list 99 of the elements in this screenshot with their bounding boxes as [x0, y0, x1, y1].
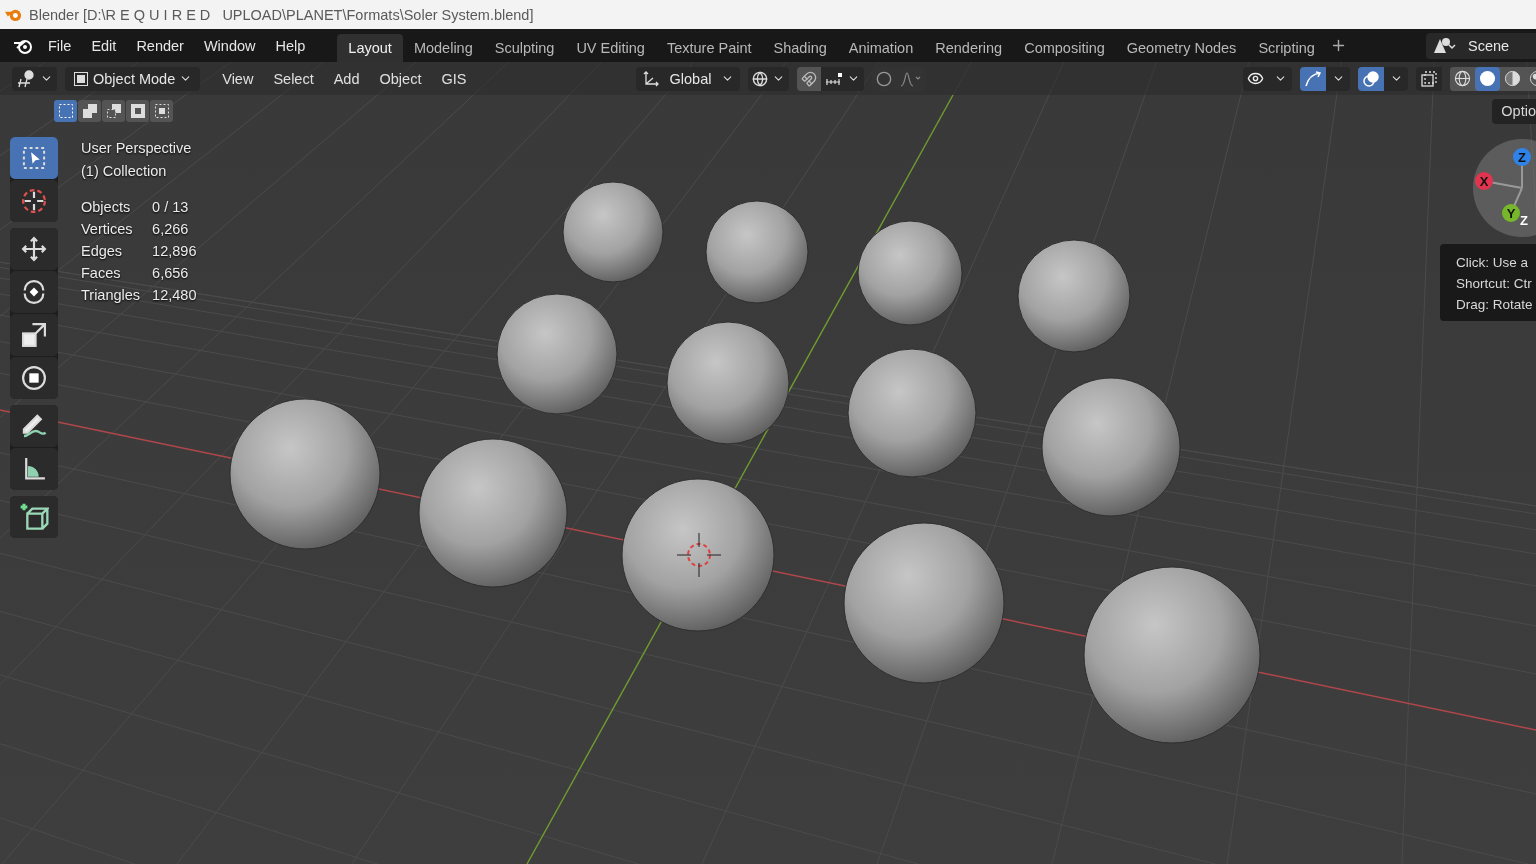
workspace-tab[interactable]: Compositing: [1013, 33, 1116, 62]
tool-button[interactable]: [10, 271, 58, 313]
scene-icon: [1432, 36, 1456, 55]
solid-sphere-icon: [1479, 70, 1496, 87]
scene-selector[interactable]: Scene: [1426, 32, 1536, 59]
wireframe-sphere-icon: [1454, 70, 1471, 87]
workspace-tab[interactable]: Sculpting: [483, 33, 566, 62]
gizmo-icon: [1304, 69, 1322, 88]
menu-item[interactable]: File: [38, 33, 82, 58]
editor-type-button[interactable]: [12, 66, 57, 91]
options-button[interactable]: Optio: [1492, 99, 1536, 124]
shading-mode-button[interactable]: [1475, 66, 1500, 91]
select-mode-button[interactable]: [150, 100, 173, 122]
cursor-marker: [676, 532, 722, 578]
orientation-dropdown[interactable]: Global: [635, 66, 741, 91]
tooltip-text: Drag: Rotate: [1456, 296, 1534, 314]
mode-dropdown[interactable]: Object Mode: [65, 66, 201, 91]
stat-label: Objects: [81, 198, 132, 217]
axis-handle[interactable]: Y: [1502, 204, 1520, 222]
tooltip-text: Click: Use a: [1456, 254, 1529, 272]
tool-button[interactable]: [10, 228, 58, 270]
tool-button[interactable]: [10, 180, 58, 222]
gizmo-background[interactable]: [1473, 139, 1536, 237]
workspace-tab[interactable]: Shading: [762, 33, 838, 62]
scale-icon: [20, 321, 48, 349]
select-invert-icon: [129, 103, 146, 119]
stat-value: 6,656: [152, 264, 190, 283]
snap-target-dropdown[interactable]: [821, 66, 865, 91]
tool-button[interactable]: [10, 448, 58, 490]
menu-item[interactable]: Edit: [81, 33, 127, 58]
workspace-tab[interactable]: Modeling: [402, 33, 484, 62]
workspace-tab[interactable]: Scripting: [1247, 33, 1326, 62]
visibility-toggle[interactable]: [1243, 66, 1268, 91]
stat-label: Edges: [81, 242, 124, 261]
select-extend-icon: [81, 103, 98, 119]
stat-label: Faces: [81, 264, 122, 283]
select-set-icon: [57, 103, 74, 119]
stat-label: Vertices: [81, 220, 134, 239]
stat-value: 0 / 13: [152, 198, 190, 217]
object-mode-icon: [73, 70, 89, 87]
axis-handle[interactable]: Z: [1513, 148, 1531, 166]
view-name: User Perspective: [81, 139, 193, 158]
falloff-curve-icon: [900, 70, 923, 87]
overlays-toggle[interactable]: [1358, 66, 1384, 91]
material-sphere-icon: [1504, 70, 1521, 87]
header-menu-item[interactable]: Object: [371, 70, 430, 87]
window-title: Blender [D:\R E Q U I R E D UPLOAD\PLANET\Formats\Soler System.blend]: [29, 6, 534, 23]
tool-button[interactable]: [10, 405, 58, 447]
select-subtract-icon: [105, 103, 122, 119]
toggle-dropdown[interactable]: [1326, 66, 1350, 91]
toggle-dropdown[interactable]: [1268, 66, 1292, 91]
editor-type-icon: [16, 69, 36, 88]
overlays-icon: [1362, 69, 1380, 88]
menu-item[interactable]: Render: [126, 33, 194, 58]
transform-icon: [20, 364, 48, 392]
axes-icon: [641, 69, 660, 88]
axis-handle[interactable]: X: [1475, 172, 1493, 190]
workspace-tab[interactable]: Animation: [837, 33, 925, 62]
add-cube-icon: [19, 502, 49, 532]
stat-value: 6,266: [152, 220, 190, 239]
select-mode-button[interactable]: [126, 100, 149, 122]
tool-button[interactable]: [10, 357, 58, 399]
header-menu-item[interactable]: View: [214, 70, 262, 87]
select-box-icon: [21, 145, 47, 171]
axis-label[interactable]: Z: [1520, 213, 1528, 228]
workspace-tab[interactable]: UV Editing: [565, 33, 656, 62]
select-intersect-icon: [153, 103, 170, 119]
stat-value: 12,896: [152, 242, 197, 261]
select-mode-button[interactable]: [54, 100, 77, 122]
increment-icon: [825, 71, 844, 86]
magnet-icon: [801, 70, 818, 87]
pivot-dropdown[interactable]: [748, 66, 790, 91]
menu-item[interactable]: Window: [193, 33, 266, 58]
menu-item[interactable]: Help: [265, 33, 316, 58]
select-mode-button[interactable]: [78, 100, 101, 122]
eye-icon: [1247, 70, 1264, 87]
proportional-icon: [876, 70, 893, 87]
cursor-icon: [20, 187, 48, 215]
toggle-dropdown[interactable]: [1384, 66, 1408, 91]
workspace-tab[interactable]: Layout: [337, 33, 403, 62]
gizmo-toggle[interactable]: [1300, 66, 1326, 91]
workspace-tab[interactable]: Geometry Nodes: [1115, 33, 1248, 62]
xray-toggle[interactable]: [1416, 66, 1442, 91]
xray-icon: [1420, 69, 1438, 88]
pivot-icon: [752, 70, 769, 87]
workspace-tab[interactable]: Rendering: [924, 33, 1014, 62]
collection-name: (1) Collection: [81, 162, 168, 181]
snap-toggle[interactable]: [797, 66, 822, 91]
tool-button[interactable]: [10, 496, 58, 538]
move-icon: [20, 235, 48, 263]
stat-label: Triangles: [81, 286, 141, 305]
workspace-tab[interactable]: Texture Paint: [655, 33, 763, 62]
tooltip-text: Shortcut: Ctr: [1456, 275, 1533, 293]
header-menu-item[interactable]: GIS: [433, 70, 475, 87]
stat-value: 12,480: [152, 286, 197, 305]
header-menu-item[interactable]: Select: [265, 70, 322, 87]
header-menu-item[interactable]: Add: [325, 70, 368, 87]
select-mode-button[interactable]: [102, 100, 125, 122]
tool-button[interactable]: [10, 314, 58, 356]
